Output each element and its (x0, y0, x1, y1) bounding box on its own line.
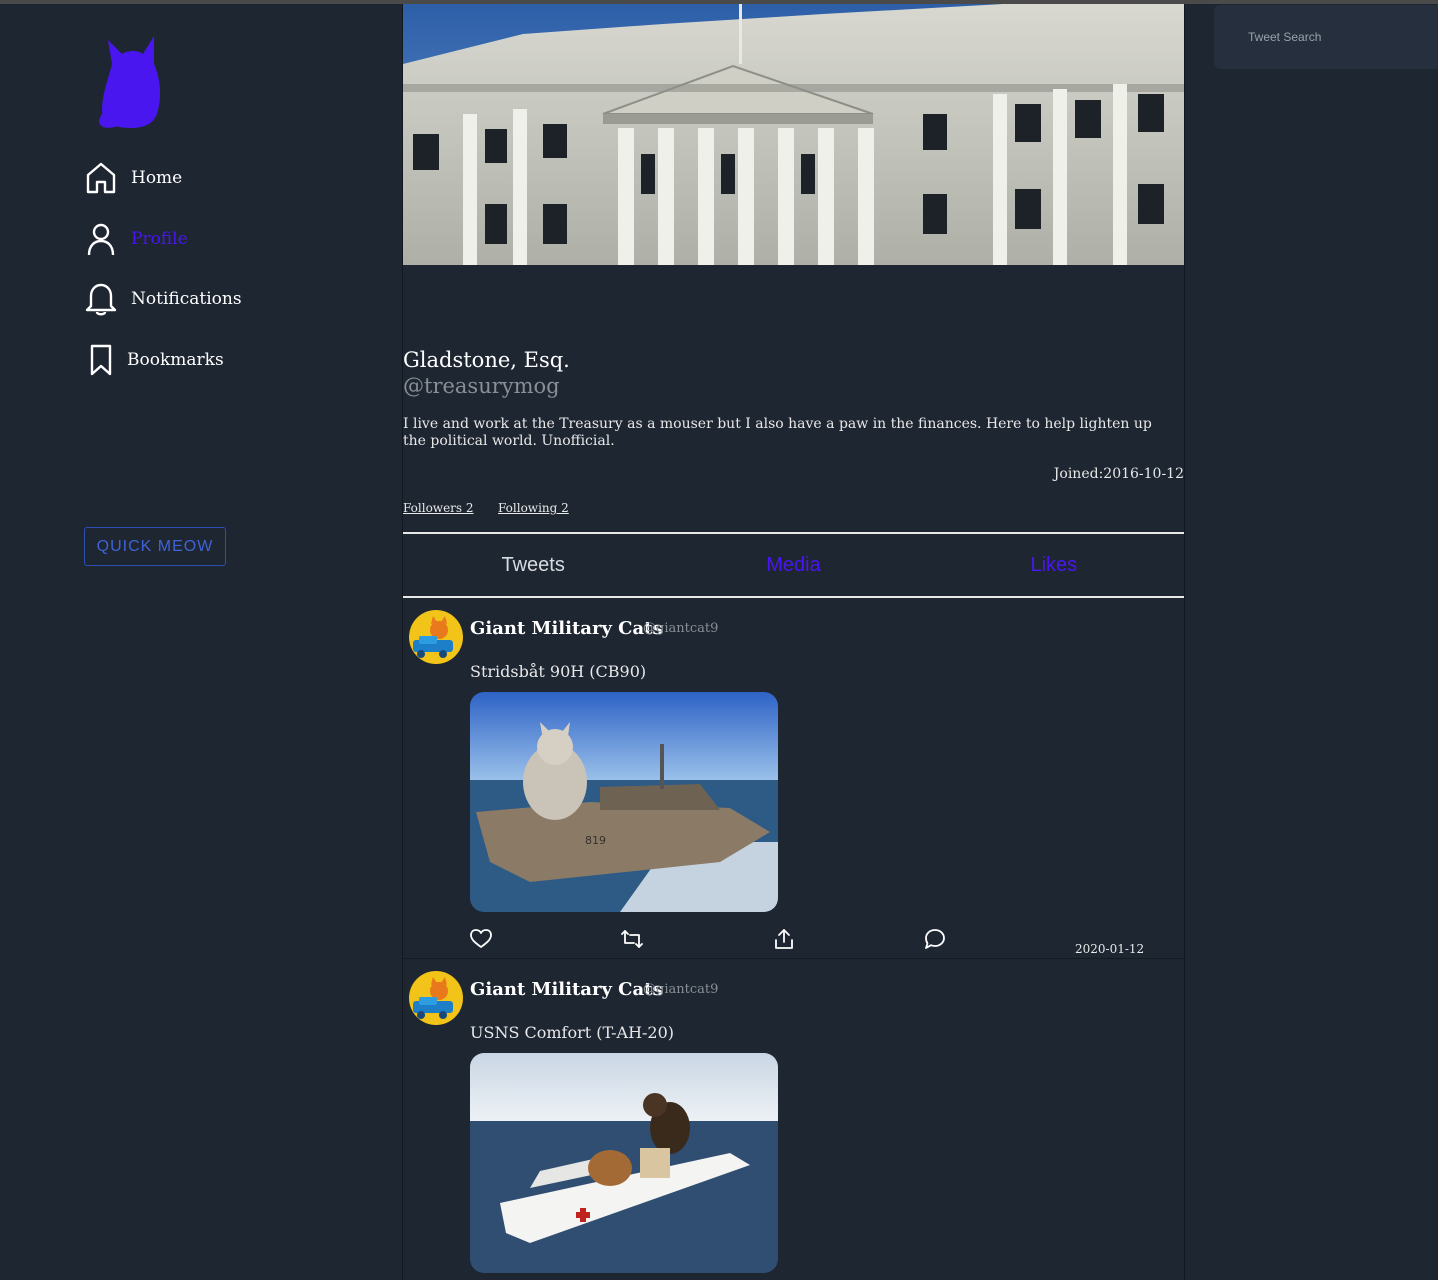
svg-text:819: 819 (585, 834, 606, 847)
bell-icon (84, 282, 118, 316)
following-link[interactable]: Following 2 (498, 501, 569, 515)
profile-name: Gladstone, Esq. (403, 348, 570, 372)
share-icon[interactable] (773, 928, 795, 950)
cat-logo-icon[interactable] (98, 34, 168, 130)
tweet-actions (470, 928, 1170, 952)
profile-joined-date: Joined:2016-10-12 (1053, 466, 1184, 482)
nav-label-home: Home (131, 168, 183, 188)
tweet-author-name[interactable]: Giant Military Cats (470, 618, 663, 639)
tweet-text: USNS Comfort (T-AH-20) (470, 1023, 675, 1042)
tab-tweets[interactable]: Tweets (403, 534, 663, 596)
tweet-card[interactable]: Giant Military Cats @giantcat9 USNS Comf… (403, 959, 1184, 1280)
tweet-date: 2020-01-12 (1075, 942, 1145, 956)
profile-banner-image (403, 4, 1184, 265)
tweet-card[interactable]: Giant Military Cats @giantcat9 Stridsbåt… (403, 598, 1184, 959)
nav-bookmarks[interactable]: Bookmarks (84, 343, 224, 377)
nav-notifications[interactable]: Notifications (84, 282, 242, 316)
tweet-author-name[interactable]: Giant Military Cats (470, 979, 663, 1000)
nav-profile[interactable]: Profile (84, 222, 188, 256)
quick-meow-button[interactable]: QUICK MEOW (84, 527, 226, 566)
tweet-text: Stridsbåt 90H (CB90) (470, 662, 647, 681)
home-icon (84, 161, 118, 195)
avatar[interactable] (409, 610, 463, 664)
user-icon (84, 222, 118, 256)
followers-link[interactable]: Followers 2 (403, 501, 474, 515)
tweet-image[interactable]: 819 (470, 692, 778, 912)
tab-likes[interactable]: Likes (924, 534, 1184, 596)
profile-bio: I live and work at the Treasury as a mou… (403, 416, 1152, 449)
tweet-image[interactable] (470, 1053, 778, 1273)
nav-label-notifications: Notifications (131, 289, 242, 309)
nav-label-profile: Profile (131, 229, 188, 249)
tweet-author-handle[interactable]: @giantcat9 (643, 982, 718, 997)
avatar[interactable] (409, 971, 463, 1025)
tweet-author-handle[interactable]: @giantcat9 (643, 621, 718, 636)
profile-main-column: Gladstone, Esq. @treasurymog I live and … (402, 4, 1185, 1280)
tab-media[interactable]: Media (663, 534, 923, 596)
bookmark-icon (84, 343, 118, 377)
retweet-icon[interactable] (621, 928, 643, 950)
comment-icon[interactable] (924, 928, 946, 950)
nav-label-bookmarks: Bookmarks (127, 350, 224, 370)
heart-icon[interactable] (470, 928, 492, 950)
search-input[interactable] (1214, 5, 1438, 69)
nav-home[interactable]: Home (84, 161, 182, 195)
profile-handle: @treasurymog (403, 374, 560, 398)
tweet-search-box[interactable] (1214, 5, 1438, 69)
profile-tabs: Tweets Media Likes (403, 532, 1184, 598)
